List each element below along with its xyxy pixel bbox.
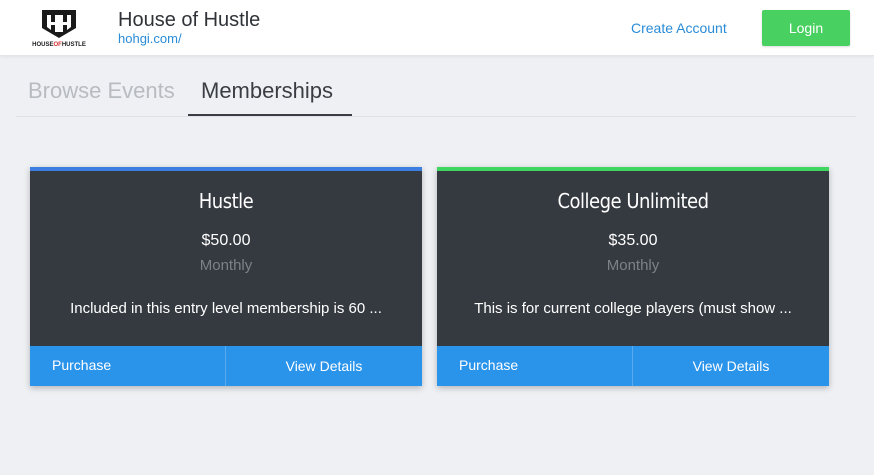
membership-price: $35.00 (608, 232, 658, 249)
tab-memberships[interactable]: Memberships (201, 78, 333, 104)
tab-browse-events[interactable]: Browse Events (28, 78, 175, 104)
svg-text:HOUSEOFHUSTLE: HOUSEOFHUSTLE (32, 42, 86, 48)
purchase-button[interactable]: Purchase (437, 346, 633, 386)
view-details-button[interactable]: View Details (226, 346, 422, 386)
site-title: House of Hustle (118, 9, 261, 31)
purchase-button[interactable]: Purchase (30, 346, 226, 386)
active-tab-indicator (188, 114, 352, 116)
membership-price: $50.00 (201, 232, 251, 249)
membership-name: Hustle (198, 189, 254, 213)
membership-description: Included in this entry level membership … (70, 300, 382, 317)
membership-period: Monthly (606, 257, 660, 274)
membership-period: Monthly (199, 257, 253, 274)
membership-description: This is for current college players (mus… (474, 300, 792, 317)
site-url-link[interactable]: hohgi.com/ (118, 31, 182, 46)
card-action-bar: Purchase View Details (30, 346, 422, 386)
create-account-link[interactable]: Create Account (631, 20, 727, 36)
login-button[interactable]: Login (762, 10, 850, 46)
top-header: HOUSEOFHUSTLE House of Hustle hohgi.com/… (0, 0, 874, 56)
card-action-bar: Purchase View Details (437, 346, 829, 386)
view-details-button[interactable]: View Details (633, 346, 829, 386)
house-of-hustle-logo[interactable]: HOUSEOFHUSTLE (28, 8, 90, 48)
membership-card-hustle: Hustle $50.00 Monthly Included in this e… (30, 167, 422, 386)
tab-bar: Browse Events Memberships (16, 70, 856, 117)
membership-card-college-unlimited: College Unlimited $35.00 Monthly This is… (437, 167, 829, 386)
membership-name: College Unlimited (557, 189, 709, 213)
